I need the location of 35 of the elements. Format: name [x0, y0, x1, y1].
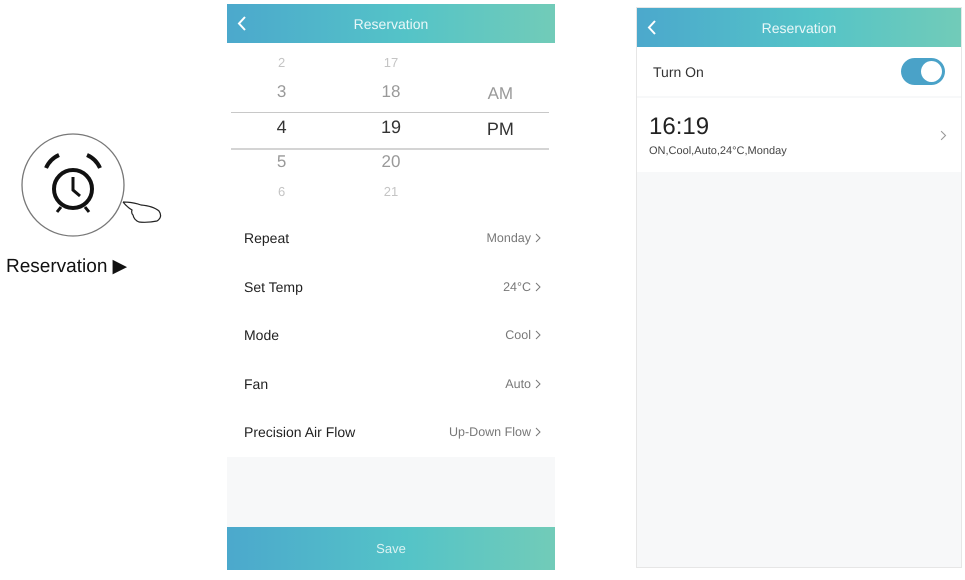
setting-value: 24°C — [503, 280, 531, 294]
schedule-time: 16:19 — [649, 113, 710, 141]
schedule-item[interactable]: 16:19 ON,Cool,Auto,24°C,Monday — [637, 98, 961, 172]
chevron-icon — [535, 330, 541, 340]
back-icon[interactable] — [237, 16, 247, 31]
setting-value: Cool — [505, 328, 531, 342]
screen-title: Reservation — [354, 16, 428, 32]
setting-label: Repeat — [244, 230, 290, 246]
setting-label: Precision Air Flow — [244, 424, 356, 440]
time-picker[interactable]: 2 3 4 5 6 17 18 19 20 21 AM PM — [227, 43, 555, 210]
picker-value[interactable]: PM — [486, 110, 514, 148]
setting-row[interactable]: Repeat Monday — [227, 214, 555, 262]
chevron-icon — [535, 378, 541, 389]
setting-label: Set Temp — [244, 278, 303, 295]
setting-label: Fan — [244, 376, 268, 392]
picker-value[interactable]: 19 — [380, 108, 401, 146]
chevron-icon — [535, 427, 541, 438]
reservation-label: Reservation ▶ — [6, 255, 128, 278]
setting-value: Monday — [486, 231, 531, 246]
screen-title: Reservation — [762, 20, 836, 36]
setting-row[interactable]: Precision Air Flow Up-Down Flow — [227, 408, 555, 456]
setting-label: Mode — [244, 327, 280, 344]
toggle-switch[interactable] — [901, 58, 945, 85]
chevron-icon — [535, 233, 541, 244]
schedule-summary: ON,Cool,Auto,24°C,Monday — [649, 145, 787, 157]
toggle-label: Turn On — [653, 64, 704, 80]
chevron-icon — [940, 130, 947, 140]
picker-value[interactable]: 4 — [276, 108, 287, 146]
chevron-icon — [535, 282, 541, 292]
back-icon[interactable] — [647, 20, 657, 35]
setting-row[interactable]: Set Temp 24°C — [227, 262, 555, 311]
setting-value: Up-Down Flow — [449, 425, 531, 440]
setting-row[interactable]: Fan Auto — [227, 360, 555, 408]
setting-value: Auto — [505, 376, 531, 391]
setting-row[interactable]: Mode Cool — [227, 311, 555, 360]
